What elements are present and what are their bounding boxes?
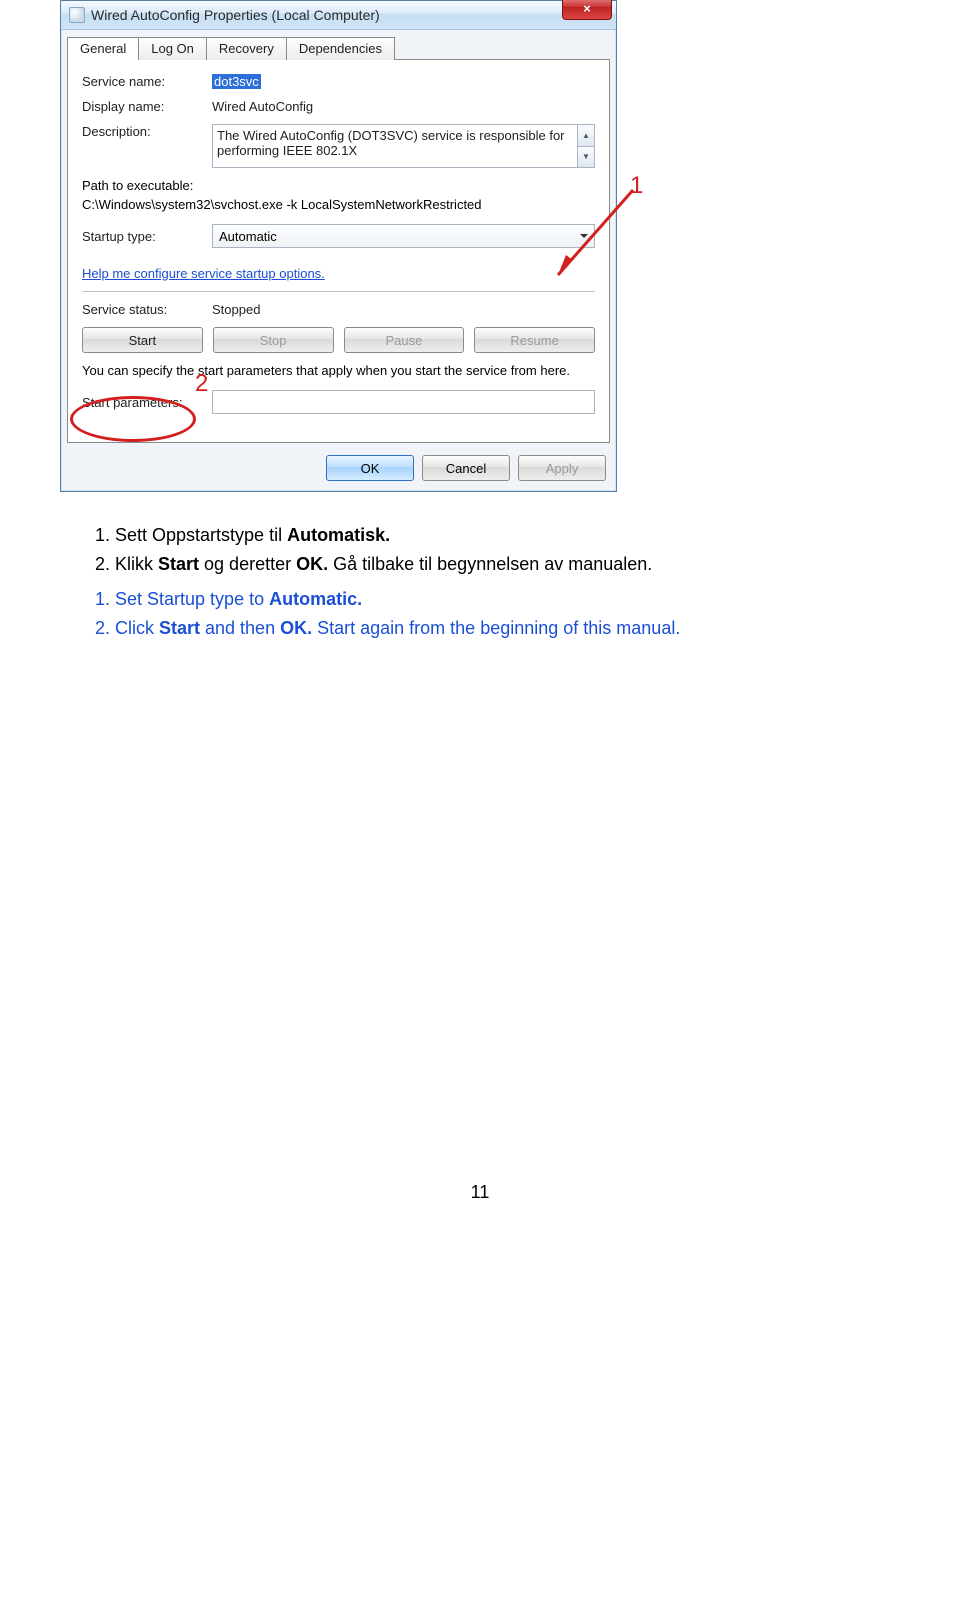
apply-button[interactable]: Apply — [518, 455, 606, 481]
stop-button[interactable]: Stop — [213, 327, 334, 353]
value-path: C:\Windows\system32\svchost.exe -k Local… — [82, 197, 595, 212]
annotation-2-label: 2 — [195, 370, 208, 398]
page-number: 11 — [60, 1182, 900, 1203]
titlebar[interactable]: Wired AutoConfig Properties (Local Compu… — [61, 1, 616, 30]
tab-general[interactable]: General — [67, 37, 139, 60]
annotation-1-arrow — [538, 180, 658, 300]
ok-button[interactable]: OK — [326, 455, 414, 481]
value-service-status: Stopped — [212, 302, 595, 317]
label-service-name: Service name: — [82, 74, 212, 89]
dialog-button-row: OK Cancel Apply — [61, 449, 616, 491]
start-params-input[interactable] — [212, 390, 595, 414]
instruction-no-1: Sett Oppstartstype til Automatisk. — [115, 522, 900, 549]
close-button[interactable]: × — [562, 0, 612, 20]
window-title: Wired AutoConfig Properties (Local Compu… — [91, 7, 380, 23]
cancel-button[interactable]: Cancel — [422, 455, 510, 481]
label-startup-type: Startup type: — [82, 229, 212, 244]
label-display-name: Display name: — [82, 99, 212, 114]
tab-logon[interactable]: Log On — [138, 37, 207, 60]
divider — [82, 291, 595, 292]
start-button[interactable]: Start — [82, 327, 203, 353]
value-service-name: dot3svc — [212, 74, 261, 89]
resume-button[interactable]: Resume — [474, 327, 595, 353]
tab-dependencies[interactable]: Dependencies — [286, 37, 395, 60]
tab-body: Service name: dot3svc Display name: Wire… — [67, 59, 610, 443]
startup-type-value: Automatic — [219, 229, 277, 244]
instructions: Sett Oppstartstype til Automatisk. Klikk… — [60, 522, 900, 642]
label-description: Description: — [82, 124, 212, 139]
close-icon: × — [583, 1, 591, 16]
annotation-2-circle — [70, 396, 196, 442]
pause-button[interactable]: Pause — [344, 327, 465, 353]
desc-scroll-down[interactable]: ▼ — [578, 146, 594, 168]
service-button-row: Start Stop Pause Resume — [82, 327, 595, 353]
label-path: Path to executable: — [82, 178, 595, 193]
value-display-name: Wired AutoConfig — [212, 99, 595, 114]
desc-scroll-up[interactable]: ▲ — [578, 125, 594, 146]
params-hint: You can specify the start parameters tha… — [82, 363, 595, 378]
label-service-status: Service status: — [82, 302, 212, 317]
description-field[interactable]: The Wired AutoConfig (DOT3SVC) service i… — [212, 124, 578, 168]
help-link[interactable]: Help me configure service startup option… — [82, 266, 325, 281]
instruction-no-2: Klikk Start og deretter OK. Gå tilbake t… — [115, 551, 900, 578]
window-icon — [69, 7, 85, 23]
tab-recovery[interactable]: Recovery — [206, 37, 287, 60]
tabstrip: General Log On Recovery Dependencies — [61, 30, 616, 59]
instruction-en-1: Set Startup type to Automatic. — [115, 586, 900, 613]
instruction-en-2: Click Start and then OK. Start again fro… — [115, 615, 900, 642]
